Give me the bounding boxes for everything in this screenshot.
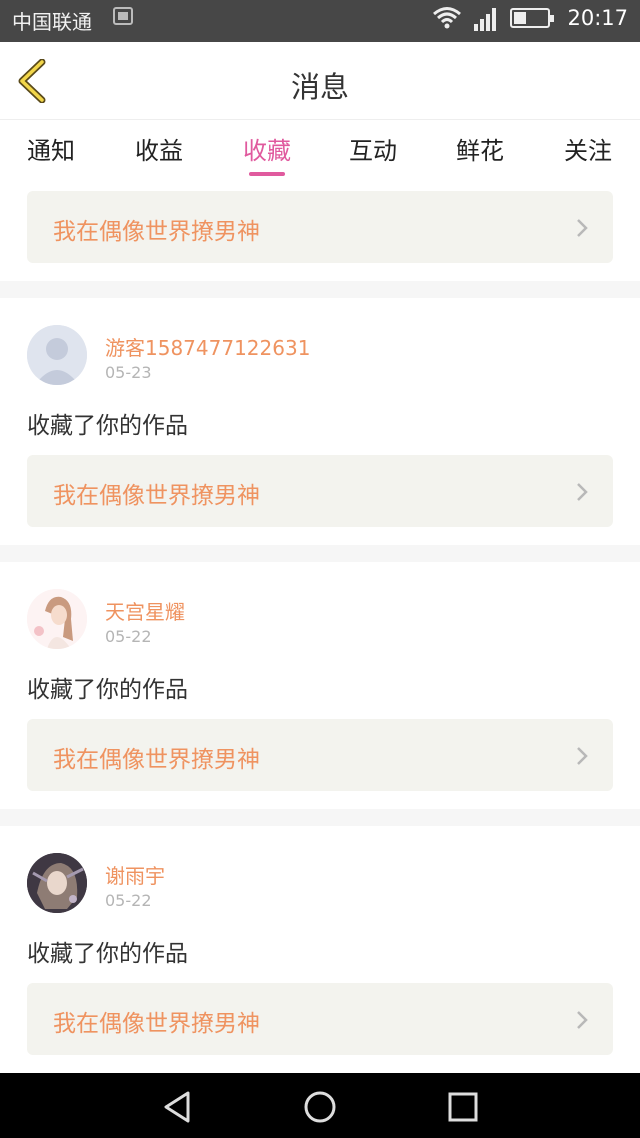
chevron-right-icon (577, 747, 588, 765)
header: 消息 (0, 42, 640, 120)
username[interactable]: 游客1587477122631 (105, 332, 310, 361)
work-link[interactable]: 我在偶像世界撩男神 (27, 719, 613, 791)
work-link[interactable]: 我在偶像世界撩男神 (27, 983, 613, 1055)
work-link[interactable]: 我在偶像世界撩男神 (27, 455, 613, 527)
work-title: 我在偶像世界撩男神 (53, 1011, 260, 1037)
battery-icon (510, 8, 554, 28)
work-title: 我在偶像世界撩男神 (53, 747, 260, 773)
tab-notifications[interactable]: 通知 (11, 131, 91, 166)
avatar[interactable] (27, 589, 87, 649)
active-tab-indicator (249, 172, 285, 176)
tab-flowers[interactable]: 鲜花 (440, 131, 520, 166)
avatar[interactable] (27, 853, 87, 913)
work-title: 我在偶像世界撩男神 (53, 219, 260, 245)
sim-icon (113, 7, 133, 25)
page-title: 消息 (290, 70, 349, 104)
chevron-right-icon (577, 219, 588, 237)
tab-following[interactable]: 关注 (548, 131, 628, 166)
message-list[interactable]: 我在偶像世界撩男神 游客1587477122631 05-23 收藏了你的作品 … (0, 181, 640, 1073)
list-item: 天宫星耀 05-22 收藏了你的作品 我在偶像世界撩男神 (0, 562, 640, 809)
list-item: 游客1587477122631 05-23 收藏了你的作品 我在偶像世界撩男神 (0, 298, 640, 545)
home-circle-icon[interactable] (300, 1087, 340, 1127)
username[interactable]: 天宫星耀 (105, 596, 185, 625)
tab-earnings[interactable]: 收益 (119, 131, 199, 166)
status-bar: 中国联通 20:17 (0, 0, 640, 42)
list-item: 我在偶像世界撩男神 (0, 181, 640, 281)
clock: 20:17 (567, 6, 628, 30)
date: 05-23 (105, 363, 152, 382)
list-item: 谢雨宇 05-22 收藏了你的作品 我在偶像世界撩男神 (0, 826, 640, 1073)
date: 05-22 (105, 891, 152, 910)
carrier-name: 中国联通 (12, 10, 92, 34)
tab-bar: 通知 收益 收藏 互动 鲜花 关注 (0, 121, 640, 181)
work-link[interactable]: 我在偶像世界撩男神 (27, 191, 613, 263)
tab-favorites[interactable]: 收藏 (227, 131, 307, 166)
action-text: 收藏了你的作品 (27, 941, 188, 967)
signal-icon (474, 8, 496, 31)
chevron-right-icon (577, 483, 588, 501)
chevron-right-icon (577, 1011, 588, 1029)
date: 05-22 (105, 627, 152, 646)
tab-interactions[interactable]: 互动 (333, 131, 413, 166)
system-nav-bar (0, 1073, 640, 1138)
recents-square-icon[interactable] (442, 1087, 482, 1127)
girl-avatar-icon (27, 589, 87, 649)
action-text: 收藏了你的作品 (27, 413, 188, 439)
username[interactable]: 谢雨宇 (105, 860, 165, 889)
work-title: 我在偶像世界撩男神 (53, 483, 260, 509)
action-text: 收藏了你的作品 (27, 677, 188, 703)
anime-avatar-icon (27, 853, 87, 913)
avatar[interactable] (27, 325, 87, 385)
default-avatar-icon (27, 325, 87, 385)
wifi-icon (433, 7, 461, 29)
back-triangle-icon[interactable] (158, 1087, 198, 1127)
